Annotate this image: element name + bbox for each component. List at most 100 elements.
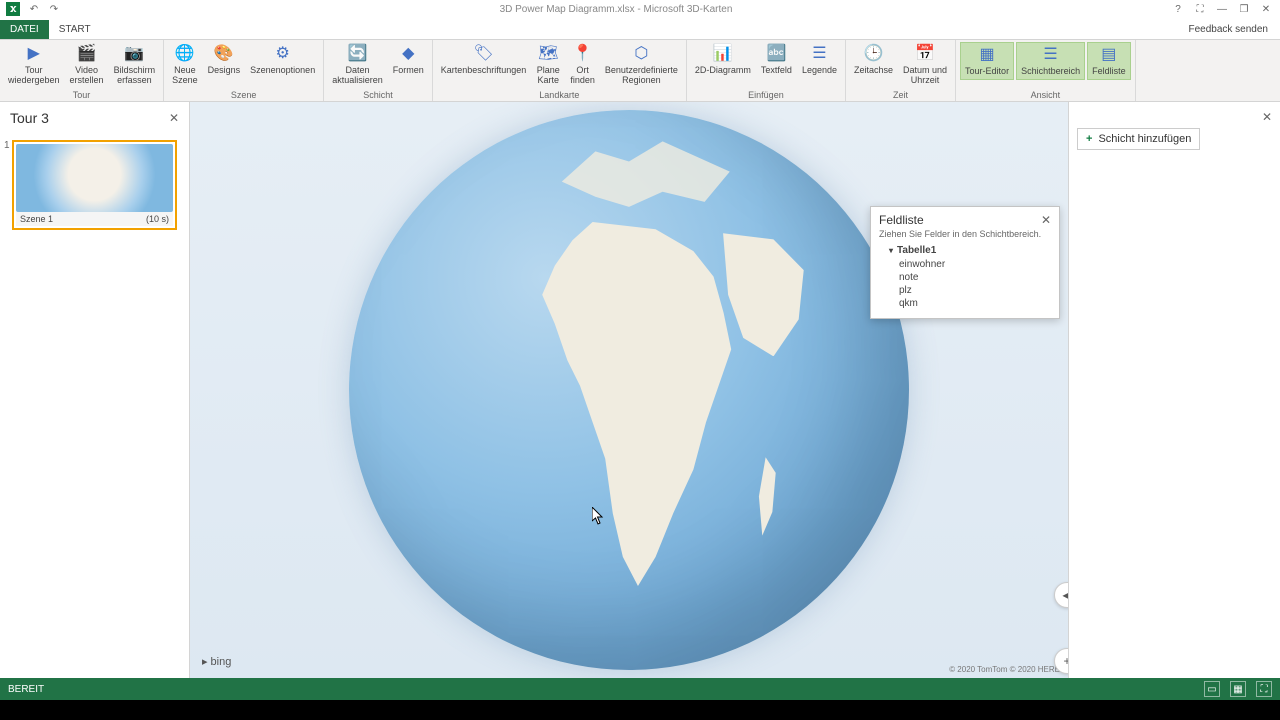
legende-button[interactable]: ☰Legende [798,42,841,78]
restore-button[interactable]: ❐ [1238,3,1250,15]
group-einfuegen-label: Einfügen [691,89,841,101]
2d-diagramm-button[interactable]: 📊2D-Diagramm [691,42,755,78]
refresh-icon: 🔄 [347,44,367,64]
feldliste-button[interactable]: ▤Feldliste [1087,42,1131,80]
ribbon-tabs: DATEI START Feedback senden [0,18,1280,40]
tour-editor-button[interactable]: ▦Tour-Editor [960,42,1014,80]
map-copyright: © 2020 TomTom © 2020 HERE [949,665,1060,674]
layer-panel-close[interactable]: ✕ [1262,110,1272,124]
flat-map-icon: 🗺 [538,44,558,64]
title-bar: ↶ ↷ 3D Power Map Diagramm.xlsx - Microso… [0,0,1280,18]
neue-szene-button[interactable]: 🌐Neue Szene [168,42,202,88]
field-list-hint: Ziehen Sie Felder in den Schichtbereich. [871,227,1059,245]
group-ansicht-label: Ansicht [960,89,1131,101]
group-tour-label: Tour [4,89,159,101]
layer-panel: ✕ + Schicht hinzufügen [1068,102,1280,678]
benutzerdefinierte-regionen-button[interactable]: ⬡Benutzerdefinierte Regionen [601,42,682,88]
bing-attribution: ▸bing [202,655,231,668]
status-ready: BEREIT [8,684,44,695]
tour-title: Tour 3 [10,110,49,126]
plus-icon: + [1086,133,1092,145]
schichtbereich-button[interactable]: ☰Schichtbereich [1016,42,1085,80]
plane-karte-button[interactable]: 🗺Plane Karte [532,42,564,88]
new-scene-icon: 🌐 [175,44,195,64]
field-list-close[interactable]: ✕ [1041,213,1051,227]
collapse-arrow-icon: ▾ [889,246,893,255]
globe[interactable] [349,110,909,670]
field-item[interactable]: note [889,271,1051,284]
europe-landmass [562,121,730,222]
kartenbeschriftungen-button[interactable]: 🏷Kartenbeschriftungen [437,42,531,78]
region-icon: ⬡ [631,44,651,64]
map-canvas[interactable]: ▸bing © 2020 TomTom © 2020 HERE ▲ ◀ ▶ ▼ … [190,102,1068,678]
scene-number: 1 [4,140,10,151]
calendar-icon: 📅 [915,44,935,64]
feedback-link[interactable]: Feedback senden [1188,24,1268,39]
nav-left-button[interactable]: ◀ [1054,582,1068,608]
zeitachse-button[interactable]: 🕒Zeitachse [850,42,897,78]
field-item[interactable]: einwohner [889,258,1051,271]
tour-panel: Tour 3 ✕ 1 Szene 1 (10 s) [0,102,190,678]
field-list-title: Feldliste [879,213,924,227]
fullscreen-icon[interactable]: ⛶ [1194,3,1206,15]
shapes-icon: ◆ [398,44,418,64]
video-icon: 🎬 [77,44,97,64]
ribbon: ▶Tour wiedergeben 🎬Video erstellen 📷Bild… [0,40,1280,102]
field-item[interactable]: plz [889,284,1051,297]
window-title: 3D Power Map Diagramm.xlsx - Microsoft 3… [60,4,1172,15]
datum-uhrzeit-button[interactable]: 📅Datum und Uhrzeit [899,42,951,88]
tour-wiedergeben-button[interactable]: ▶Tour wiedergeben [4,42,64,88]
scene-duration: (10 s) [146,214,169,224]
excel-icon [6,2,20,16]
redo-icon[interactable]: ↷ [48,3,60,15]
tab-file[interactable]: DATEI [0,20,49,39]
main-area: Tour 3 ✕ 1 Szene 1 (10 s) ▸bing © 2020 T… [0,102,1280,678]
editor-icon: ▦ [977,45,997,65]
tab-start[interactable]: START [49,20,101,39]
help-icon[interactable]: ? [1172,3,1184,15]
video-erstellen-button[interactable]: 🎬Video erstellen [66,42,108,88]
add-layer-label: Schicht hinzufügen [1098,133,1191,145]
status-view3-icon[interactable]: ⛶ [1256,681,1272,697]
field-item[interactable]: qkm [889,297,1051,310]
cursor-icon [592,507,604,525]
szenenoptionen-button[interactable]: ⚙Szenenoptionen [246,42,319,78]
ort-finden-button[interactable]: 📍Ort finden [566,42,599,88]
camera-icon: 📷 [124,44,144,64]
gear-icon: ⚙ [273,44,293,64]
textfeld-button[interactable]: 🔤Textfeld [757,42,796,78]
legend-icon: ☰ [809,44,829,64]
status-bar: BEREIT ▭ ▦ ⛶ [0,678,1280,700]
formen-button[interactable]: ◆Formen [389,42,428,78]
madagascar-landmass [752,457,786,535]
close-button[interactable]: ✕ [1260,3,1272,15]
pin-icon: 📍 [573,44,593,64]
scene-thumbnail[interactable]: 1 Szene 1 (10 s) [12,140,177,230]
scene-name: Szene 1 [20,214,53,224]
group-zeit-label: Zeit [850,89,951,101]
play-icon: ▶ [24,44,44,64]
chart-icon: 📊 [713,44,733,64]
daten-aktualisieren-button[interactable]: 🔄Daten aktualisieren [328,42,387,88]
group-szene-label: Szene [168,89,319,101]
add-layer-button[interactable]: + Schicht hinzufügen [1077,128,1200,150]
designs-icon: 🎨 [214,44,234,64]
label-icon: 🏷 [474,44,494,64]
status-view1-icon[interactable]: ▭ [1204,681,1220,697]
timeline-icon: 🕒 [864,44,884,64]
bing-icon: ▸ [202,655,208,668]
table-name-row[interactable]: ▾Tabelle1 [889,245,1051,256]
taskbar [0,700,1280,720]
field-list-popup: Feldliste ✕ Ziehen Sie Felder in den Sch… [870,206,1060,319]
tour-panel-close[interactable]: ✕ [169,111,179,125]
designs-button[interactable]: 🎨Designs [204,42,245,78]
status-view2-icon[interactable]: ▦ [1230,681,1246,697]
group-landkarte-label: Landkarte [437,89,682,101]
list-icon: ▤ [1099,45,1119,65]
group-schicht-label: Schicht [328,89,428,101]
undo-icon[interactable]: ↶ [28,3,40,15]
textbox-icon: 🔤 [766,44,786,64]
minimize-button[interactable]: — [1216,3,1228,15]
layers-icon: ☰ [1041,45,1061,65]
bildschirm-erfassen-button[interactable]: 📷Bildschirm erfassen [110,42,160,88]
